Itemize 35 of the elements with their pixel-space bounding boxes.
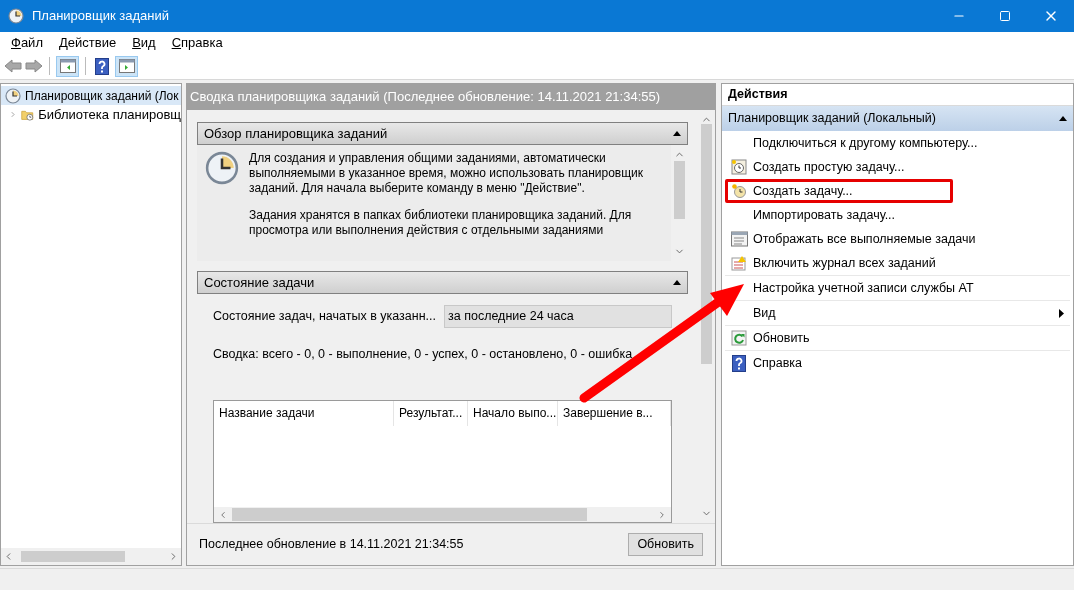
- panel-title: Состояние задачи: [204, 273, 315, 292]
- panel-title: Обзор планировщика заданий: [204, 124, 388, 143]
- action-item[interactable]: Вид: [753, 303, 776, 323]
- refresh-button[interactable]: Обновить: [628, 533, 703, 556]
- tree-item[interactable]: Библиотека планировщ: [1, 105, 181, 124]
- last-update-text: Последнее обновление в 14.11.2021 21:34:55: [199, 536, 464, 554]
- action-item[interactable]: Отображать все выполняемые задачи: [753, 229, 976, 249]
- action-item[interactable]: Включить журнал всех заданий: [753, 253, 936, 273]
- section-title: Планировщик заданий (Локальный): [728, 110, 936, 128]
- menu-item[interactable]: Вид: [125, 32, 163, 53]
- column-header[interactable]: Завершение в...: [558, 400, 671, 426]
- action-item[interactable]: Обновить: [753, 328, 810, 348]
- action-item[interactable]: Создать задачу...: [753, 181, 853, 201]
- summary-text: Сводка: всего - 0, 0 - выполнение, 0 - успех, 0 - остановлено, 0 - ошибка: [213, 346, 634, 363]
- window-title: Планировщик заданий: [32, 7, 169, 26]
- actions-section-header[interactable]: Планировщик заданий (Локальный): [722, 106, 1073, 131]
- action-item[interactable]: Справка: [753, 353, 803, 373]
- panel-header[interactable]: Состояние задачи: [197, 271, 688, 294]
- overview-paragraph: Для создания и управления общими заданиями, автоматически выполняемыми в указанное время, можно использовать планировщик заданий. Для начала выберите команду в меню "Действие".: [249, 151, 645, 196]
- action-item[interactable]: Создать простую задачу...: [753, 157, 905, 177]
- panel-header[interactable]: Обзор планировщика заданий: [197, 122, 688, 145]
- tree-item[interactable]: Планировщик заданий (Лок: [1, 86, 181, 105]
- menu-item[interactable]: Действие: [51, 32, 124, 53]
- filter-label: Состояние задач, начатых в указанн...: [213, 308, 436, 326]
- menu-item[interactable]: Файл: [4, 32, 50, 53]
- column-header[interactable]: Начало выпо...: [468, 400, 558, 426]
- period-dropdown[interactable]: за последние 24 часа: [444, 305, 672, 328]
- column-header[interactable]: Название задачи: [214, 400, 394, 426]
- action-item[interactable]: Импортировать задачу...: [753, 205, 896, 225]
- summary-header: Сводка планировщика заданий (Последнее обновление: 14.11.2021 21:34:55): [187, 84, 715, 110]
- action-item[interactable]: Подключиться к другому компьютеру...: [753, 133, 978, 153]
- column-header[interactable]: Результат...: [394, 400, 468, 426]
- action-item[interactable]: Настройка учетной записи службы AT: [753, 278, 974, 298]
- menu-item[interactable]: Справка: [164, 32, 230, 53]
- overview-paragraph: Задания хранятся в папках библиотеки планировщика заданий. Для просмотра или выполнения действия с отдельными заданиями: [249, 208, 633, 238]
